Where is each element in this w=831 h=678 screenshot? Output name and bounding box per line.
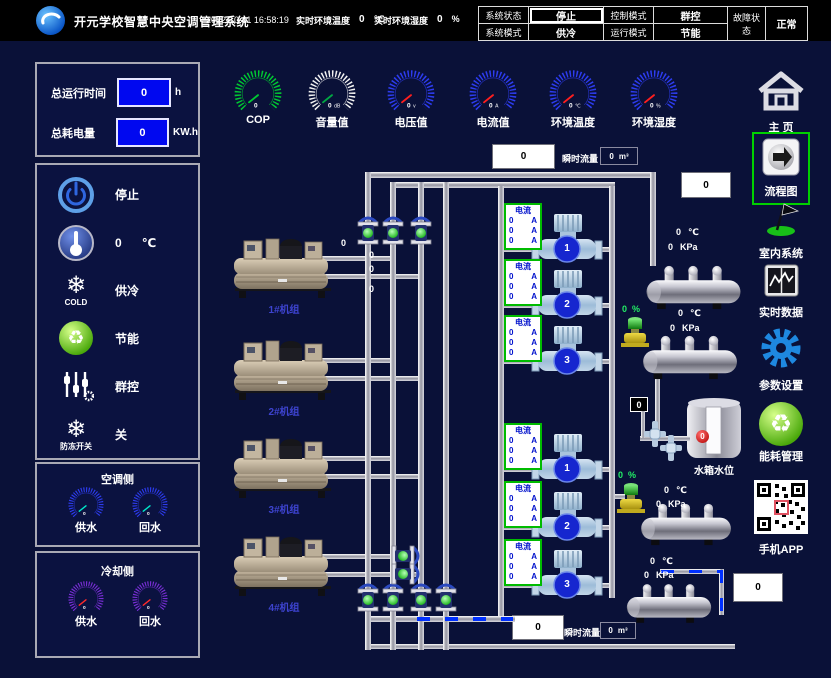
pump-unit: 电流0A0A0A 1	[504, 423, 606, 487]
pipe-readout: 0	[369, 284, 374, 294]
chiller-unit	[234, 234, 334, 300]
pump-number: 1	[559, 461, 575, 477]
pump-unit: 电流0A0A0A 3	[504, 315, 606, 379]
tank-pressure-label: 0KPa	[670, 323, 700, 333]
pump-unit: 电流0A0A0A 1	[504, 203, 606, 267]
env-temp-reading: 实时环境温度0℃	[296, 14, 384, 27]
tank-temp-label: 0℃	[678, 308, 701, 319]
status-label: 控制模式	[604, 7, 654, 24]
pipe-readout: 0	[341, 238, 346, 248]
valve-icon	[388, 562, 420, 586]
pipe-readout: 0	[369, 264, 374, 274]
system-status-value[interactable]: 停止	[529, 7, 604, 24]
flow-label-top: 瞬时流量	[562, 152, 598, 165]
valve-icon	[381, 216, 405, 248]
flow-label-bottom: 瞬时流量	[564, 626, 600, 639]
pump-number: 2	[559, 519, 575, 535]
system-status-table: 系统状态 停止 控制模式 群控 故障状态 正常 系统模式 供冷 运行模式 节能	[478, 6, 808, 41]
collector-tank	[626, 582, 712, 624]
pump-current-box: 电流0A0A0A	[504, 315, 542, 362]
valve-icon	[356, 583, 380, 615]
pump-current-box: 电流0A0A0A	[504, 203, 542, 250]
system-mode-value[interactable]: 供冷	[529, 24, 604, 41]
flow-indicator	[417, 617, 513, 621]
chiller-label: 3#机组	[244, 501, 324, 516]
pump-number: 3	[559, 577, 575, 593]
valve-icon	[409, 216, 433, 248]
chiller-label: 1#机组	[244, 301, 324, 316]
pipe	[609, 186, 615, 598]
pump-current-box: 电流0A0A0A	[504, 259, 542, 306]
flow-indicator	[720, 570, 723, 614]
chiller-unit	[234, 336, 334, 402]
fault-status-label: 故障状态	[728, 7, 766, 41]
tank-temp-label: 0℃	[650, 556, 673, 567]
tank-pressure-label: 0KPa	[644, 570, 674, 580]
status-label: 系统模式	[479, 24, 529, 41]
pump-unit: 电流0A0A0A 2	[504, 481, 606, 545]
pump-unit: 电流0A0A0A 3	[504, 539, 606, 603]
flow-meter-top-box: 0	[492, 144, 555, 169]
collector-tank	[645, 264, 742, 310]
valve-icon	[381, 583, 405, 615]
water-tank	[686, 396, 742, 460]
aux-box-bottom-right: 0	[733, 573, 783, 602]
water-tank-label: 水箱水位	[672, 462, 756, 477]
pump-current-box: 电流0A0A0A	[504, 423, 542, 470]
pump-number: 2	[559, 297, 575, 313]
pump-unit: 电流0A0A0A 2	[504, 259, 606, 323]
pipe	[650, 172, 656, 266]
fault-status-value: 正常	[766, 7, 808, 41]
header-bar: 开元学校智慧中央空调管理系统 2022-10-11 16:58:19 实时环境温…	[0, 0, 831, 41]
control-mode-value[interactable]: 群控	[654, 7, 728, 24]
chiller-unit	[234, 532, 334, 598]
flow-meter-bottom-box: 0	[512, 615, 564, 640]
status-label: 运行模式	[604, 24, 654, 41]
app-logo-icon	[36, 6, 65, 35]
pump-current-box: 电流0A0A0A	[504, 481, 542, 528]
collector-tank	[640, 502, 732, 546]
valve-opening-2: 0%	[618, 470, 636, 480]
pipe	[443, 182, 449, 650]
aux-box-top-right: 0	[681, 172, 731, 198]
pipe	[365, 172, 656, 178]
run-mode-value[interactable]: 节能	[654, 24, 728, 41]
collector-tank	[640, 334, 740, 380]
water-tank-level-badge: 0	[696, 430, 709, 443]
chiller-label: 2#机组	[244, 403, 324, 418]
scada-screen: 开元学校智慧中央空调管理系统 2022-10-11 16:58:19 实时环境温…	[0, 0, 831, 678]
flow-value-top: 0m³	[600, 147, 638, 165]
flow-value-bottom: 0m³	[600, 622, 636, 639]
tank-temp-label: 0℃	[676, 227, 699, 238]
chiller-unit	[234, 434, 334, 500]
pipe-readout: 0	[369, 250, 374, 260]
water-tank-readout-box: 0	[630, 397, 648, 412]
pump-current-box: 电流0A0A0A	[504, 539, 542, 586]
valve-icon	[409, 583, 433, 615]
pump-number: 1	[559, 241, 575, 257]
tank-pressure-label: 0KPa	[656, 499, 686, 509]
tank-temp-label: 0℃	[664, 485, 687, 496]
datetime: 2022-10-11 16:58:19	[206, 15, 289, 25]
flow-diagram: 0 瞬时流量 0m³ 0 0 瞬时流量 0m³ 0 0% 0% 0 0 水箱水位…	[0, 41, 831, 678]
valve-icon	[356, 216, 380, 248]
tank-pressure-label: 0KPa	[668, 242, 698, 252]
env-humidity-reading: 实时环境湿度0%	[374, 14, 460, 27]
valve-opening-1: 0%	[622, 304, 640, 314]
pump-number: 3	[559, 353, 575, 369]
chiller-label: 4#机组	[244, 599, 324, 614]
status-label: 系统状态	[479, 7, 529, 24]
valve-icon	[434, 583, 458, 615]
pipe-fitting-icon	[660, 435, 682, 461]
